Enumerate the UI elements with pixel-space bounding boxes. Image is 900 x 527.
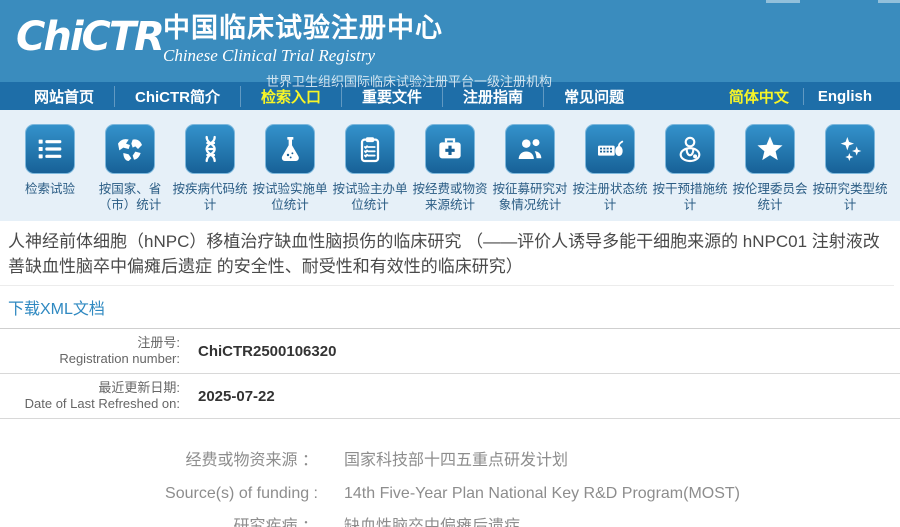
cutoff-top-link-fragment bbox=[878, 0, 900, 3]
registration-number-value: ChiCTR2500106320 bbox=[190, 329, 900, 374]
quicklink-label: 按注册状态统计 bbox=[570, 181, 650, 213]
field-row-target-disease: 研究疾病 ： 缺血性脑卒中偏瘫后遗症 bbox=[0, 517, 900, 527]
clipboard-icon bbox=[345, 124, 395, 174]
quicklink-label: 按疾病代码统计 bbox=[170, 181, 250, 213]
medkit-icon bbox=[425, 124, 475, 174]
doctor-icon bbox=[665, 124, 715, 174]
registration-table: 注册号: Registration number: ChiCTR25001063… bbox=[0, 329, 900, 419]
trial-detail: 人神经前体细胞（hNPC）移植治疗缺血性脑损伤的临床研究 （——评价人诱导多能干… bbox=[0, 221, 900, 527]
quicklink-label: 按伦理委员会统计 bbox=[730, 181, 810, 213]
quicklink-by-country-province[interactable]: 按国家、省（市）统计 bbox=[90, 124, 170, 221]
numbered-list-icon bbox=[25, 124, 75, 174]
site-subtitle: 世界卫生组织国际临床试验注册平台一级注册机构 bbox=[266, 71, 552, 90]
site-title-zh: 中国临床试验注册中心 bbox=[163, 6, 552, 45]
quicklink-label: 按试验主办单位统计 bbox=[330, 181, 410, 213]
registration-number-label-zh: 注册号: bbox=[0, 335, 180, 351]
funding-label-zh: 经费或物资来源 ： bbox=[0, 451, 318, 471]
nav-item-faq[interactable]: 常见问题 bbox=[543, 86, 644, 107]
quicklink-label: 检索试验 bbox=[25, 181, 75, 197]
trial-title: 人神经前体细胞（hNPC）移植治疗缺血性脑损伤的临床研究 （——评价人诱导多能干… bbox=[0, 221, 894, 286]
last-refreshed-value: 2025-07-22 bbox=[190, 374, 900, 419]
nav-item-home[interactable]: 网站首页 bbox=[14, 86, 114, 107]
chictr-logo: ChiCTR bbox=[16, 14, 163, 60]
quicklink-search-trials[interactable]: 检索试验 bbox=[10, 124, 90, 221]
people-icon bbox=[505, 124, 555, 174]
quicklink-by-intervention[interactable]: 按干预措施统计 bbox=[650, 124, 730, 221]
quicklink-by-funding-source[interactable]: 按经费或物资来源统计 bbox=[410, 124, 490, 221]
flask-icon bbox=[265, 124, 315, 174]
quicklink-label: 按国家、省（市）统计 bbox=[90, 181, 170, 213]
world-map-icon bbox=[105, 124, 155, 174]
quicklink-label: 按研究类型统计 bbox=[810, 181, 890, 213]
last-refreshed-label-en: Date of Last Refreshed on: bbox=[0, 396, 180, 412]
header-titles: 中国临床试验注册中心 Chinese Clinical Trial Regist… bbox=[163, 6, 552, 90]
registration-number-label-en: Registration number: bbox=[0, 351, 180, 367]
download-row: 下载XML文档 bbox=[0, 286, 900, 329]
target-disease-label: 研究疾病 ： bbox=[0, 517, 318, 527]
funding-value-en: 14th Five-Year Plan National Key R&D Pro… bbox=[344, 484, 740, 504]
quicklink-label: 按征募研究对象情况统计 bbox=[490, 181, 570, 213]
lang-english[interactable]: English bbox=[803, 88, 886, 105]
site-title-en: Chinese Clinical Trial Registry bbox=[163, 46, 552, 66]
quicklink-by-recruitment-status[interactable]: 按征募研究对象情况统计 bbox=[490, 124, 570, 221]
download-xml-link[interactable]: 下载XML文档 bbox=[8, 301, 105, 318]
cutoff-top-link-fragment bbox=[766, 0, 800, 3]
star-icon bbox=[745, 124, 795, 174]
site-header: ChiCTR 中国临床试验注册中心 Chinese Clinical Trial… bbox=[0, 0, 900, 82]
table-row-registration-number: 注册号: Registration number: ChiCTR25001063… bbox=[0, 329, 900, 374]
statistics-quicklinks: 检索试验 按国家、省（市）统计 按疾病代码统计 按试验实施单位统计 按试验主办单… bbox=[0, 110, 900, 221]
last-refreshed-label-zh: 最近更新日期: bbox=[0, 380, 180, 396]
quicklink-by-implementing-institution[interactable]: 按试验实施单位统计 bbox=[250, 124, 330, 221]
quicklink-by-registration-status[interactable]: 按注册状态统计 bbox=[570, 124, 650, 221]
target-disease-value: 缺血性脑卒中偏瘫后遗症 bbox=[344, 517, 520, 527]
funding-value-zh: 国家科技部十四五重点研发计划 bbox=[344, 451, 568, 471]
quicklink-by-study-type[interactable]: 按研究类型统计 bbox=[810, 124, 890, 221]
dna-icon bbox=[185, 124, 235, 174]
table-row-last-refreshed: 最近更新日期: Date of Last Refreshed on: 2025-… bbox=[0, 374, 900, 419]
lang-simplified-chinese[interactable]: 简体中文 bbox=[715, 86, 803, 107]
funding-label-en: Source(s) of funding : bbox=[0, 484, 318, 504]
field-row-funding-en: Source(s) of funding : 14th Five-Year Pl… bbox=[0, 484, 900, 504]
quicklink-label: 按试验实施单位统计 bbox=[250, 181, 330, 213]
quicklink-by-sponsor[interactable]: 按试验主办单位统计 bbox=[330, 124, 410, 221]
keyboard-mouse-icon bbox=[585, 124, 635, 174]
quicklink-label: 按干预措施统计 bbox=[650, 181, 730, 213]
field-row-funding-zh: 经费或物资来源 ： 国家科技部十四五重点研发计划 bbox=[0, 451, 900, 471]
quicklink-label: 按经费或物资来源统计 bbox=[410, 181, 490, 213]
trial-fields: 经费或物资来源 ： 国家科技部十四五重点研发计划 Source(s) of fu… bbox=[0, 451, 900, 527]
quicklink-by-disease-code[interactable]: 按疾病代码统计 bbox=[170, 124, 250, 221]
last-refreshed-label: 最近更新日期: Date of Last Refreshed on: bbox=[0, 374, 190, 419]
quicklink-by-ethics-committee[interactable]: 按伦理委员会统计 bbox=[730, 124, 810, 221]
sparkles-icon bbox=[825, 124, 875, 174]
registration-number-label: 注册号: Registration number: bbox=[0, 329, 190, 374]
